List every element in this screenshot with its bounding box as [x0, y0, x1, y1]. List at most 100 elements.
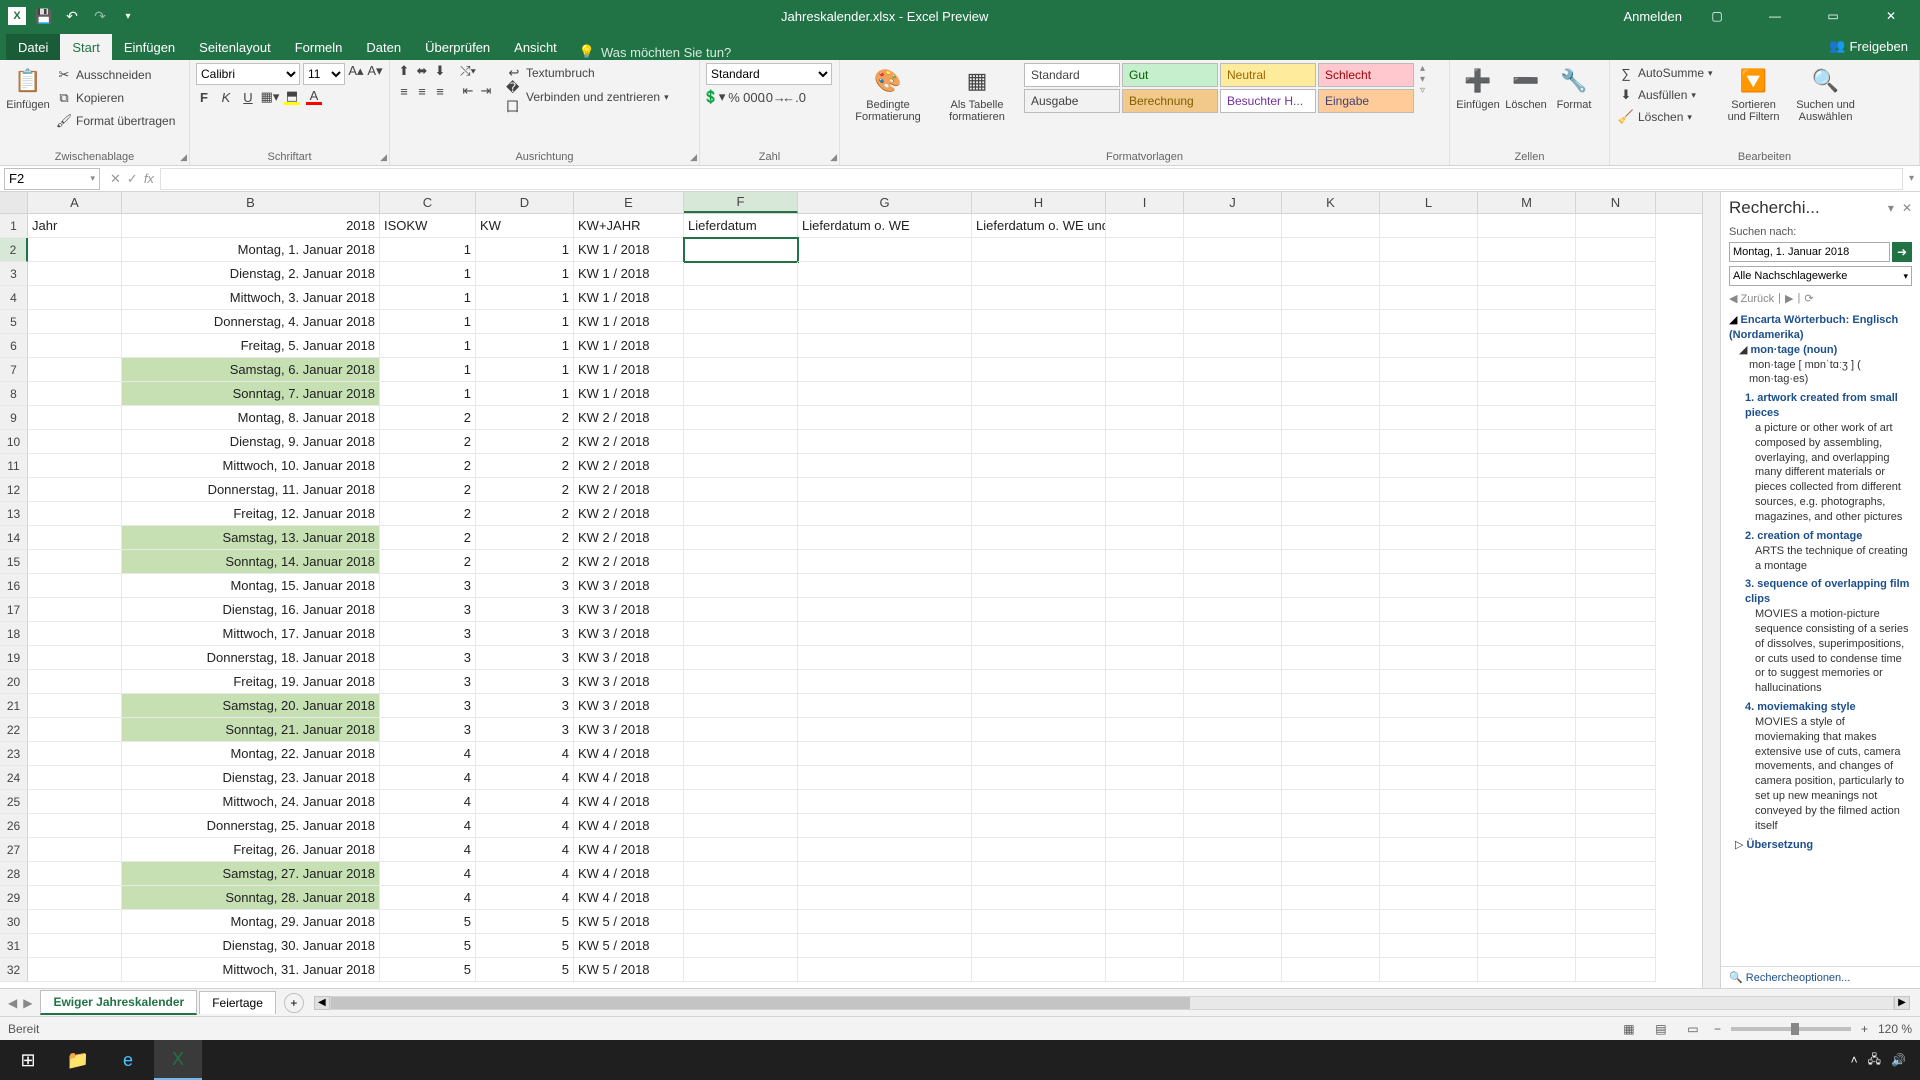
cell[interactable]: [1106, 478, 1184, 502]
cell[interactable]: [798, 286, 972, 310]
column-header-J[interactable]: J: [1184, 192, 1282, 213]
cell[interactable]: [798, 454, 972, 478]
cell[interactable]: [684, 358, 798, 382]
cell[interactable]: [1106, 670, 1184, 694]
cell[interactable]: [1478, 502, 1576, 526]
cell[interactable]: [1184, 382, 1282, 406]
cell[interactable]: Freitag, 26. Januar 2018: [122, 838, 380, 862]
conditional-formatting-button[interactable]: 🎨 Bedingte Formatierung: [846, 63, 930, 123]
cell[interactable]: [798, 910, 972, 934]
cell[interactable]: [972, 646, 1106, 670]
cell[interactable]: [1106, 430, 1184, 454]
cell[interactable]: [798, 886, 972, 910]
cell[interactable]: [1184, 718, 1282, 742]
cell[interactable]: KW 1 / 2018: [574, 238, 684, 262]
row-header[interactable]: 7: [0, 358, 28, 382]
browser-icon[interactable]: e: [104, 1040, 152, 1080]
cell[interactable]: [1380, 358, 1478, 382]
column-header-D[interactable]: D: [476, 192, 574, 213]
cell[interactable]: [798, 478, 972, 502]
cell[interactable]: [684, 310, 798, 334]
cell[interactable]: KW 3 / 2018: [574, 646, 684, 670]
font-size-combo[interactable]: 11: [303, 63, 345, 85]
align-right-icon[interactable]: ≡: [432, 83, 448, 99]
cell[interactable]: [28, 478, 122, 502]
cell[interactable]: Lieferdatum o. WE: [798, 214, 972, 238]
cell[interactable]: 4: [380, 838, 476, 862]
cell[interactable]: [684, 910, 798, 934]
cell[interactable]: [798, 550, 972, 574]
cell[interactable]: [684, 574, 798, 598]
cellstyle-standard[interactable]: Standard: [1024, 63, 1120, 87]
cell[interactable]: KW 4 / 2018: [574, 790, 684, 814]
cell[interactable]: [1106, 262, 1184, 286]
cell[interactable]: [28, 934, 122, 958]
row-header[interactable]: 32: [0, 958, 28, 982]
cell[interactable]: [972, 526, 1106, 550]
cell[interactable]: 4: [476, 790, 574, 814]
cell[interactable]: [1478, 694, 1576, 718]
cell[interactable]: 1: [380, 262, 476, 286]
cell[interactable]: [28, 454, 122, 478]
cell[interactable]: [972, 238, 1106, 262]
italic-icon[interactable]: K: [218, 89, 234, 105]
font-name-combo[interactable]: Calibri: [196, 63, 300, 85]
cell[interactable]: Montag, 15. Januar 2018: [122, 574, 380, 598]
cell[interactable]: [1282, 742, 1380, 766]
cell[interactable]: [1478, 214, 1576, 238]
cell[interactable]: [1478, 334, 1576, 358]
cell[interactable]: 1: [476, 382, 574, 406]
merge-center-button[interactable]: �囗Verbinden und zentrieren▾: [504, 87, 671, 107]
row-header[interactable]: 21: [0, 694, 28, 718]
cell[interactable]: [684, 406, 798, 430]
research-forward-button[interactable]: ▶: [1785, 292, 1793, 305]
cell[interactable]: [1576, 598, 1656, 622]
cell[interactable]: [798, 814, 972, 838]
align-bottom-icon[interactable]: ⬇: [432, 63, 448, 79]
cell[interactable]: Montag, 8. Januar 2018: [122, 406, 380, 430]
cell[interactable]: [1106, 790, 1184, 814]
cell[interactable]: [1282, 310, 1380, 334]
view-page-layout-icon[interactable]: ▤: [1650, 1020, 1672, 1038]
cell[interactable]: [1184, 958, 1282, 982]
cell[interactable]: 2: [380, 406, 476, 430]
cell[interactable]: [1380, 382, 1478, 406]
cell[interactable]: [28, 742, 122, 766]
cell[interactable]: 5: [476, 910, 574, 934]
cell[interactable]: [1106, 742, 1184, 766]
cell[interactable]: [798, 430, 972, 454]
cell[interactable]: [972, 742, 1106, 766]
cell[interactable]: [28, 694, 122, 718]
paste-button[interactable]: 📋 Einfügen: [6, 63, 50, 111]
cell[interactable]: [1478, 718, 1576, 742]
tray-volume-icon[interactable]: 🔊: [1891, 1053, 1906, 1067]
cell[interactable]: KW 1 / 2018: [574, 334, 684, 358]
cell[interactable]: 3: [476, 598, 574, 622]
cell[interactable]: [1576, 310, 1656, 334]
cell[interactable]: [972, 406, 1106, 430]
cell[interactable]: [798, 310, 972, 334]
cell[interactable]: 2: [380, 526, 476, 550]
cell[interactable]: [1380, 334, 1478, 358]
cell[interactable]: [1380, 694, 1478, 718]
cell[interactable]: 4: [476, 886, 574, 910]
select-all-corner[interactable]: [0, 192, 28, 213]
cell[interactable]: [798, 358, 972, 382]
cell[interactable]: [1576, 766, 1656, 790]
cell[interactable]: Donnerstag, 4. Januar 2018: [122, 310, 380, 334]
cell[interactable]: [1106, 334, 1184, 358]
row-header[interactable]: 11: [0, 454, 28, 478]
cell[interactable]: [1106, 526, 1184, 550]
cell[interactable]: [1106, 838, 1184, 862]
cell[interactable]: [798, 262, 972, 286]
cell[interactable]: 5: [476, 934, 574, 958]
cut-button[interactable]: ✂Ausschneiden: [54, 65, 177, 85]
cell[interactable]: KW 2 / 2018: [574, 502, 684, 526]
cell[interactable]: [1106, 814, 1184, 838]
cell[interactable]: [1478, 838, 1576, 862]
minimize-button[interactable]: ―: [1752, 0, 1798, 32]
cell[interactable]: [1478, 478, 1576, 502]
cell[interactable]: Samstag, 20. Januar 2018: [122, 694, 380, 718]
cell[interactable]: 1: [476, 334, 574, 358]
cell[interactable]: 1: [476, 238, 574, 262]
